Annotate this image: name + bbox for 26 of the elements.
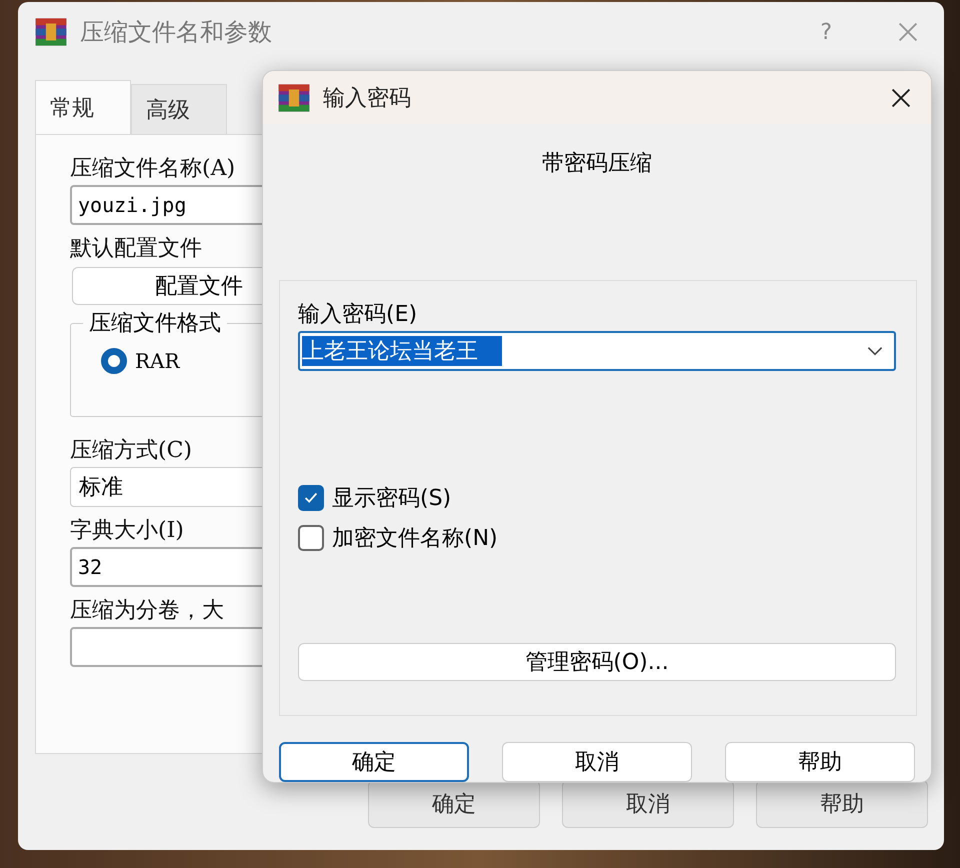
- dialog-button[interactable]: 帮助: [725, 742, 915, 782]
- dialog-button[interactable]: 取消: [502, 742, 692, 782]
- dialog-heading: 带密码压缩: [541, 150, 653, 178]
- field-label: 字典大小(I): [70, 517, 184, 545]
- dialog-button[interactable]: 确定: [368, 780, 540, 828]
- window-title: 压缩文件名和参数: [80, 17, 272, 48]
- field-label: 默认配置文件: [70, 235, 202, 263]
- manage-passwords-button[interactable]: 管理密码(O)...: [298, 643, 896, 681]
- tab[interactable]: 高级: [131, 84, 227, 134]
- dialog-button[interactable]: 取消: [562, 780, 734, 828]
- field-label: 压缩方式(C): [70, 437, 192, 465]
- checkbox[interactable]: [298, 525, 324, 551]
- window-title: 输入密码: [323, 84, 411, 112]
- field-label: 压缩为分卷，大: [70, 597, 224, 625]
- checkbox-label: 加密文件名称(N): [332, 525, 498, 553]
- password-field[interactable]: 上老王论坛当老王: [298, 331, 896, 371]
- checkbox-label: 显示密码(S): [332, 485, 452, 513]
- dialog-button[interactable]: 帮助: [756, 780, 928, 828]
- tab[interactable]: 常规: [35, 80, 131, 134]
- radio-label: RAR: [135, 349, 180, 373]
- radio-button[interactable]: [101, 348, 127, 374]
- field-label: 压缩文件名称(A): [70, 155, 236, 183]
- field-label: 输入密码(E): [298, 301, 418, 329]
- dialog-button[interactable]: 确定: [279, 742, 469, 782]
- checkbox[interactable]: [298, 485, 324, 511]
- close-icon: [896, 20, 920, 44]
